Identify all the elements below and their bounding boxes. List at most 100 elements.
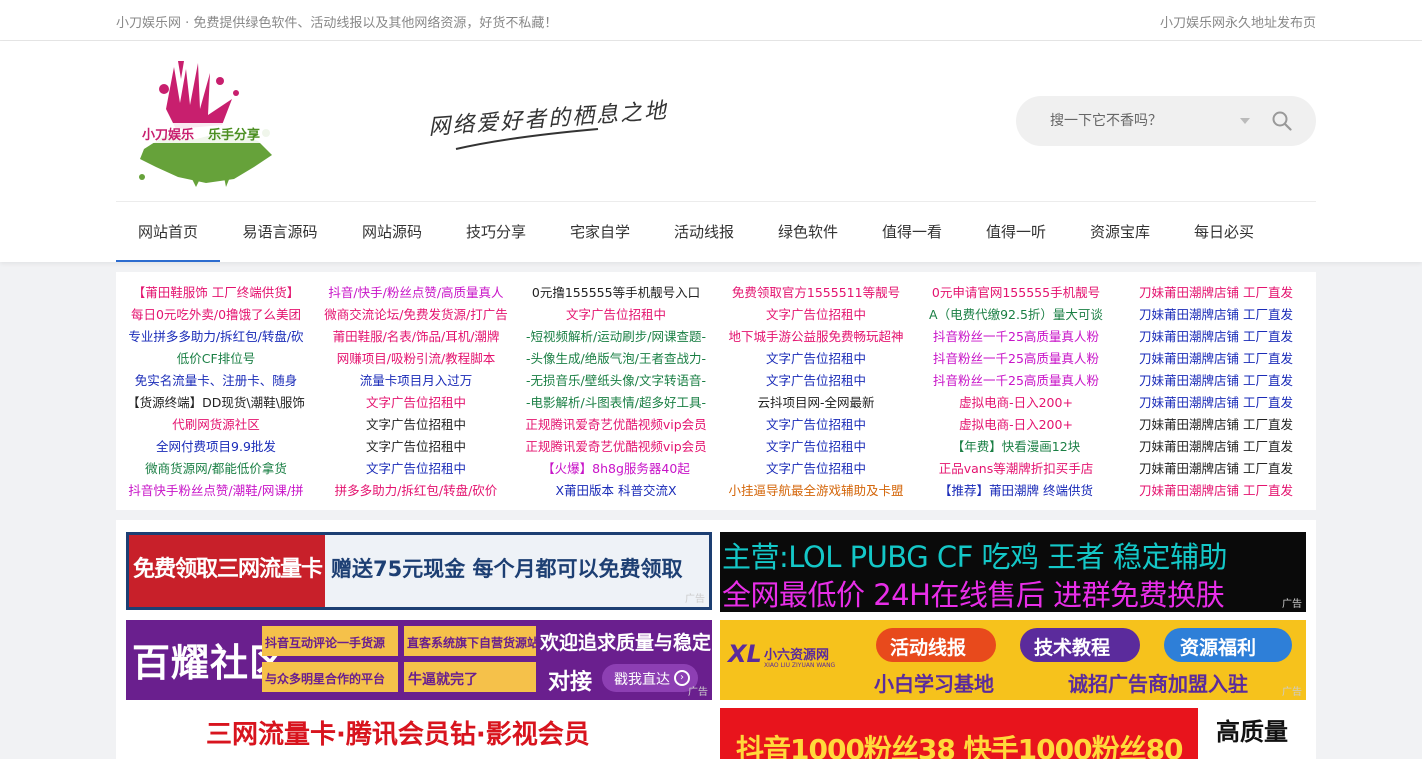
ad-label: 广告 [688,687,708,698]
text-ad-link[interactable]: 正品vans等潮牌折扣买手店 [916,458,1116,480]
text-ad-link[interactable]: 抖音快手粉丝点赞/潮鞋/网课/拼 [116,480,316,502]
search-input[interactable] [1050,111,1210,131]
banner-douyin-followers[interactable]: 抖音1000粉丝38 快手1000粉丝80 高质量 [720,708,1306,759]
text-ad-link[interactable]: 每日0元吃外卖/0撸饿了么美团 [116,304,316,326]
nav-website-source[interactable]: 网站源码 [340,202,444,262]
text-ad-link[interactable]: 云抖项目网-全网最新 [716,392,916,414]
text-ad-link[interactable]: 刀妹莆田潮牌店铺 工厂直发 [1116,326,1316,348]
banner-xiaoliu-resources[interactable]: XL 小六资源网 XIAO LIU ZIYUAN WANG 活动线报 技术教程 … [720,620,1306,700]
text-ad-link[interactable]: 代刷网货源社区 [116,414,316,436]
banner-game-assist[interactable]: 主营:LOL PUBG CF 吃鸡 王者 稳定辅助 全网最低价 24H在线售后 … [720,532,1306,612]
text-ad-link[interactable]: 刀妹莆田潮牌店铺 工厂直发 [1116,370,1316,392]
site-slogan: 网络爱好者的栖息之地 [428,91,688,157]
text-ad-link[interactable]: 正规腾讯爱奇艺优酷视频vip会员 [516,414,716,436]
nav-daily-deals[interactable]: 每日必买 [1172,202,1276,262]
banner-xiaoliu-brand: 小六资源网 [764,648,830,663]
text-ad-link[interactable]: 免实名流量卡、注册卡、随身 [116,370,316,392]
text-ad-link[interactable]: A（电费代缴92.5折）量大可谈 [916,304,1116,326]
text-ad-link[interactable]: -头像生成/绝版气泡/王者查战力- [516,348,716,370]
banner-xiaoliu-line1: 小白学习基地 [874,672,994,696]
text-ad-link[interactable]: 网赚项目/吸粉引流/教程脚本 [316,348,516,370]
text-ad-link[interactable]: 刀妹莆田潮牌店铺 工厂直发 [1116,392,1316,414]
nav-resource-library[interactable]: 资源宝库 [1068,202,1172,262]
text-ad-link[interactable]: 0元撸155555等手机靓号入口 [516,282,716,304]
text-ad-link[interactable]: 文字广告位招租中 [716,436,916,458]
text-ad-link[interactable]: 虚拟电商-日入200+ [916,392,1116,414]
text-ad-link[interactable]: -短视频解析/运动刷步/网课查题- [516,326,716,348]
text-ad-link[interactable]: 【推荐】莆田潮牌 终端供货 [916,480,1116,502]
top-bar: 小刀娱乐网 · 免费提供绿色软件、活动线报以及其他网络资源，好货不私藏！ 小刀娱… [0,0,1422,41]
banner-data-card-vip[interactable]: 三网流量卡·腾讯会员钻·影视会员 [126,708,712,759]
text-ad-link[interactable]: 抖音粉丝一千25高质量真人粉 [916,348,1116,370]
nav-home[interactable]: 网站首页 [116,202,220,262]
nav-activity-news[interactable]: 活动线报 [652,202,756,262]
chevron-down-icon[interactable] [1240,118,1250,124]
nav-e-language-source[interactable]: 易语言源码 [228,202,332,262]
logo-text-left: 小刀娱乐 [142,128,195,143]
text-ad-link[interactable]: 【年费】快看漫画12块 [916,436,1116,458]
text-ad-link[interactable]: 文字广告位招租中 [716,414,916,436]
text-ad-link[interactable]: 小挂逼导航最全游戏辅助及卡盟 [716,480,916,502]
nav-worth-watching[interactable]: 值得一看 [860,202,964,262]
banner-free-data-big: 免费领取三网流量卡 [133,557,323,582]
search-box [1016,96,1316,146]
text-ad-link[interactable]: 【货源终端】DD现货\潮鞋\服饰 [116,392,316,414]
text-ad-link[interactable]: 【火爆】8h8g服务器40起 [516,458,716,480]
text-ad-link[interactable]: 文字广告位招租中 [316,458,516,480]
banner-pill-1: 活动线报 [876,628,996,662]
text-ad-link[interactable]: -电影解析/斗图表情/超多好工具- [516,392,716,414]
nav-worth-listening[interactable]: 值得一听 [964,202,1068,262]
text-ad-link[interactable]: 文字广告位招租中 [516,304,716,326]
text-ad-link[interactable]: 文字广告位招租中 [716,348,916,370]
text-ad-link[interactable]: 拼多多助力/拆红包/转盘/砍价 [316,480,516,502]
banner-baiyao-go-button[interactable]: 戳我直达 › [602,664,698,692]
nav-tips[interactable]: 技巧分享 [444,202,548,262]
text-ad-link[interactable]: 刀妹莆田潮牌店铺 工厂直发 [1116,480,1316,502]
banner-free-data-card[interactable]: 免费领取三网流量卡 赠送75元现金 每个月都可以免费领取 广告 [126,532,712,610]
text-ad-link[interactable]: 【莆田鞋服饰 工厂终端供货】 [116,282,316,304]
text-ad-link[interactable]: 专业拼多多助力/拆红包/转盘/砍 [116,326,316,348]
text-ad-link[interactable]: 文字广告位招租中 [716,458,916,480]
text-ad-link[interactable]: 流量卡项目月入过万 [316,370,516,392]
text-ad-link[interactable]: 抖音/快手/粉丝点赞/高质量真人 [316,282,516,304]
banner-baiyao-tag3: 与众多明星合作的平台 [265,672,386,686]
text-ad-link[interactable]: 低价CF排位号 [116,348,316,370]
text-ad-link[interactable]: 文字广告位招租中 [716,304,916,326]
text-ad-link[interactable]: 刀妹莆田潮牌店铺 工厂直发 [1116,458,1316,480]
text-ad-link[interactable]: 微商交流论坛/免费发货源/打广告 [316,304,516,326]
text-ad-link[interactable]: 地下城手游公益服免费畅玩超神 [716,326,916,348]
nav-green-software[interactable]: 绿色软件 [756,202,860,262]
nav-self-study[interactable]: 宅家自学 [548,202,652,262]
text-ad-link[interactable]: 免费领取官方1555511等靓号 [716,282,916,304]
text-ad-link[interactable]: 刀妹莆田潮牌店铺 工厂直发 [1116,304,1316,326]
banner-game-line2: 全网最低价 24H在线售后 进群免费换肤 [722,578,1225,612]
text-ad-link[interactable]: 抖音粉丝一千25高质量真人粉 [916,326,1116,348]
text-ad-link[interactable]: 全网付费项目9.9批发 [116,436,316,458]
text-ad-link[interactable]: 正规腾讯爱奇艺优酷视频vip会员 [516,436,716,458]
banner-baiyao-cta1: 欢迎追求质量与稳定 [540,632,712,654]
text-ad-link[interactable]: 刀妹莆田潮牌店铺 工厂直发 [1116,436,1316,458]
text-ad-link[interactable]: 文字广告位招租中 [316,414,516,436]
banner-followers-line1: 抖音1000粉丝38 快手1000粉丝80 [736,733,1184,759]
text-ad-link[interactable]: 文字广告位招租中 [716,370,916,392]
text-ad-link[interactable]: 微商货源网/都能低价拿货 [116,458,316,480]
banner-ads: 免费领取三网流量卡 赠送75元现金 每个月都可以免费领取 广告 主营:LOL P… [116,520,1316,759]
ad-label: 广告 [685,594,705,605]
text-ad-link[interactable]: 刀妹莆田潮牌店铺 工厂直发 [1116,414,1316,436]
banner-baiyao-cta2: 对接 [548,670,593,695]
banner-baiyao-community[interactable]: 百耀社区 抖音互动评论一手货源 直客系统旗下自营货源站 与众多明星合作的平台 牛… [126,620,712,700]
text-ad-link[interactable]: -无损音乐/壁纸头像/文字转语音- [516,370,716,392]
text-ad-link[interactable]: 抖音粉丝一千25高质量真人粉 [916,370,1116,392]
text-ad-link[interactable]: 文字广告位招租中 [316,436,516,458]
text-ad-link[interactable]: 文字广告位招租中 [316,392,516,414]
text-ad-link[interactable]: X莆田版本 科普交流X [516,480,716,502]
search-icon[interactable] [1272,111,1292,131]
site-logo[interactable]: 小刀娱乐 乐手分享 [136,59,276,187]
text-ad-link[interactable]: 刀妹莆田潮牌店铺 工厂直发 [1116,282,1316,304]
banner-xiaoliu-pill3: 资源福利 [1180,637,1257,659]
text-ad-link[interactable]: 0元申请官网155555手机靓号 [916,282,1116,304]
text-ad-link[interactable]: 虚拟电商-日入200+ [916,414,1116,436]
text-ad-link[interactable]: 莆田鞋服/名表/饰品/耳机/潮牌 [316,326,516,348]
text-ad-link[interactable]: 刀妹莆田潮牌店铺 工厂直发 [1116,348,1316,370]
permanent-address-link[interactable]: 小刀娱乐网永久地址发布页 [1160,12,1316,31]
